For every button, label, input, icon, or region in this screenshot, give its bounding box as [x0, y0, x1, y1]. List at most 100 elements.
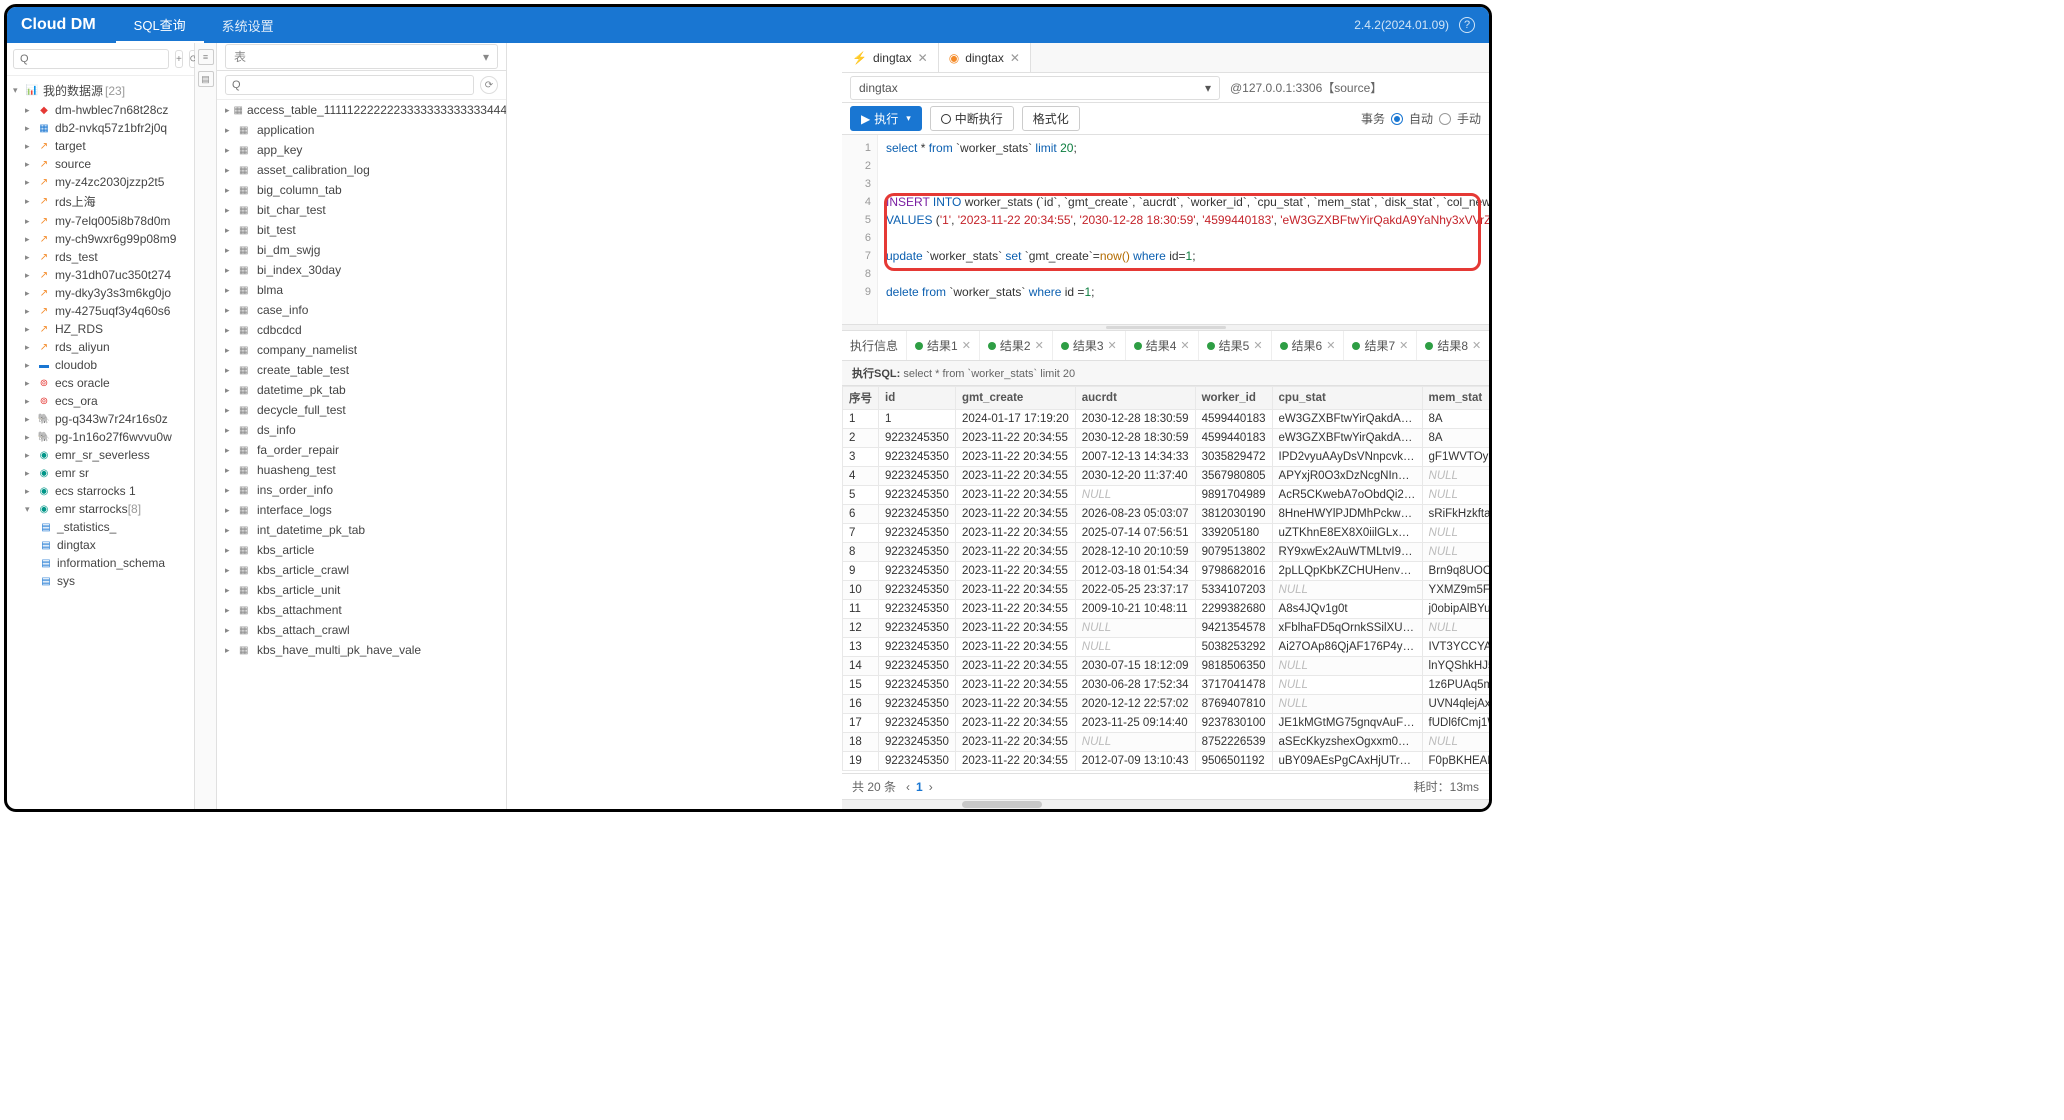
table-item[interactable]: ▸▦application — [217, 120, 506, 140]
table-item[interactable]: ▸▦bi_index_30day — [217, 260, 506, 280]
result-tab-info[interactable]: 执行信息 — [842, 331, 907, 360]
table-item[interactable]: ▸▦case_info — [217, 300, 506, 320]
table-row[interactable]: 1692232453502023-11-22 20:34:552020-12-1… — [843, 695, 1490, 714]
toggle-mid-icon[interactable]: ▤ — [198, 71, 214, 87]
refresh-tables-icon[interactable]: ⟳ — [480, 76, 498, 94]
close-icon[interactable]: ✕ — [1180, 339, 1189, 352]
result-tab[interactable]: 结果3✕ — [1053, 331, 1126, 360]
table-row[interactable]: 1792232453502023-11-22 20:34:552023-11-2… — [843, 714, 1490, 733]
table-item[interactable]: ▸▦interface_logs — [217, 500, 506, 520]
table-row[interactable]: 892232453502023-11-22 20:34:552028-12-10… — [843, 543, 1490, 562]
close-icon[interactable]: ✕ — [1108, 339, 1117, 352]
resize-handle[interactable] — [842, 325, 1489, 331]
scrollbar-horizontal[interactable] — [842, 799, 1489, 809]
column-header[interactable]: cpu_stat — [1272, 387, 1422, 410]
column-header[interactable]: worker_id — [1195, 387, 1272, 410]
table-row[interactable]: 112024-01-17 17:19:202030-12-28 18:30:59… — [843, 410, 1490, 429]
datasource-item[interactable]: ▸⊚ecs_ora — [7, 392, 194, 410]
result-tab[interactable]: 结果1✕ — [907, 331, 980, 360]
table-item[interactable]: ▸▦bi_dm_swjg — [217, 240, 506, 260]
datasource-item[interactable]: ▸▦db2-nvkq57z1bfr2j0q — [7, 119, 194, 137]
close-icon[interactable]: ✕ — [1399, 339, 1408, 352]
table-row[interactable]: 792232453502023-11-22 20:34:552025-07-14… — [843, 524, 1490, 543]
datasource-item[interactable]: ▸↗source — [7, 155, 194, 173]
table-row[interactable]: 1892232453502023-11-22 20:34:55NULL87522… — [843, 733, 1490, 752]
datasource-item[interactable]: ▸◉emr sr — [7, 464, 194, 482]
table-item[interactable]: ▸▦fa_order_repair — [217, 440, 506, 460]
column-header[interactable]: mem_stat — [1422, 387, 1489, 410]
datasource-item[interactable]: ▸▬cloudob — [7, 356, 194, 374]
toggle-left-icon[interactable]: ≡ — [198, 49, 214, 65]
schema-item[interactable]: ▤dingtax — [7, 536, 194, 554]
table-row[interactable]: 1492232453502023-11-22 20:34:552030-07-1… — [843, 657, 1490, 676]
table-row[interactable]: 292232453502023-11-22 20:34:552030-12-28… — [843, 429, 1490, 448]
table-item[interactable]: ▸▦kbs_attach_crawl — [217, 620, 506, 640]
table-row[interactable]: 392232453502023-11-22 20:34:552007-12-13… — [843, 448, 1490, 467]
datasource-item[interactable]: ▸↗target — [7, 137, 194, 155]
table-item[interactable]: ▸▦bit_char_test — [217, 200, 506, 220]
topnav-系统设置[interactable]: 系统设置 — [204, 7, 292, 43]
editor-tab[interactable]: ⚡dingtax✕ — [842, 43, 939, 72]
table-item[interactable]: ▸▦access_table_1111122222223333333333333… — [217, 100, 506, 120]
table-row[interactable]: 1392232453502023-11-22 20:34:55NULL50382… — [843, 638, 1490, 657]
table-item[interactable]: ▸▦ds_info — [217, 420, 506, 440]
datasource-item[interactable]: ▸🐘pg-1n16o27f6wvvu0w — [7, 428, 194, 446]
close-icon[interactable]: ✕ — [918, 51, 928, 65]
result-tab[interactable]: 结果5✕ — [1199, 331, 1272, 360]
table-item[interactable]: ▸▦kbs_article_crawl — [217, 560, 506, 580]
help-icon[interactable]: ? — [1459, 17, 1475, 33]
datasource-item[interactable]: ▸⊚ecs oracle — [7, 374, 194, 392]
datasource-item[interactable]: ▸↗my-dky3y3s3m6kg0jo — [7, 284, 194, 302]
datasource-item[interactable]: ▸🐘pg-q343w7r24r16s0z — [7, 410, 194, 428]
txn-manual-radio[interactable] — [1439, 113, 1451, 125]
close-icon[interactable]: ✕ — [962, 339, 971, 352]
close-icon[interactable]: ✕ — [1326, 339, 1335, 352]
format-button[interactable]: 格式化 — [1022, 106, 1080, 131]
table-item[interactable]: ▸▦int_datetime_pk_tab — [217, 520, 506, 540]
close-icon[interactable]: ✕ — [1472, 339, 1481, 352]
add-datasource-icon[interactable]: + — [175, 50, 183, 68]
table-item[interactable]: ▸▦big_column_tab — [217, 180, 506, 200]
run-button[interactable]: ▶ 执行 — [850, 106, 922, 131]
datasource-item[interactable]: ▸↗rds上海 — [7, 191, 194, 212]
column-header[interactable]: gmt_create — [955, 387, 1075, 410]
datasource-item[interactable]: ▸◉emr_sr_severless — [7, 446, 194, 464]
schema-item[interactable]: ▤_statistics_ — [7, 518, 194, 536]
datasource-search-input[interactable] — [13, 49, 169, 69]
schema-item[interactable]: ▤sys — [7, 572, 194, 590]
object-type-select[interactable]: 表▾ — [225, 44, 498, 69]
table-item[interactable]: ▸▦kbs_attachment — [217, 600, 506, 620]
table-item[interactable]: ▸▦asset_calibration_log — [217, 160, 506, 180]
datasource-item[interactable]: ▸↗my-ch9wxr6g99p08m9 — [7, 230, 194, 248]
table-row[interactable]: 1592232453502023-11-22 20:34:552030-06-2… — [843, 676, 1490, 695]
result-tab[interactable]: 结果2✕ — [980, 331, 1053, 360]
datasource-item[interactable]: ▸↗HZ_RDS — [7, 320, 194, 338]
datasource-root[interactable]: ▾📊我的数据源[23] — [7, 80, 194, 101]
txn-auto-radio[interactable] — [1391, 113, 1403, 125]
column-header[interactable]: id — [879, 387, 956, 410]
datasource-item[interactable]: ▸◆dm-hwblec7n68t28cz — [7, 101, 194, 119]
table-row[interactable]: 1192232453502023-11-22 20:34:552009-10-2… — [843, 600, 1490, 619]
table-item[interactable]: ▸▦ins_order_info — [217, 480, 506, 500]
datasource-item[interactable]: ▸↗my-4275uqf3y4q60s6 — [7, 302, 194, 320]
datasource-item[interactable]: ▾◉emr starrocks[8] — [7, 500, 194, 518]
datasource-item[interactable]: ▸↗my-z4zc2030jzzp2t5 — [7, 173, 194, 191]
column-header[interactable]: 序号 — [843, 387, 879, 410]
table-row[interactable]: 1292232453502023-11-22 20:34:55NULL94213… — [843, 619, 1490, 638]
table-item[interactable]: ▸▦decycle_full_test — [217, 400, 506, 420]
table-item[interactable]: ▸▦cdbcdcd — [217, 320, 506, 340]
table-item[interactable]: ▸▦kbs_have_multi_pk_have_vale — [217, 640, 506, 660]
table-item[interactable]: ▸▦datetime_pk_tab — [217, 380, 506, 400]
schema-item[interactable]: ▤information_schema — [7, 554, 194, 572]
database-select[interactable]: dingtax▾ — [850, 76, 1220, 100]
result-tab[interactable]: 结果4✕ — [1126, 331, 1199, 360]
close-icon[interactable]: ✕ — [1253, 339, 1262, 352]
table-row[interactable]: 592232453502023-11-22 20:34:55NULL989170… — [843, 486, 1490, 505]
table-filter-input[interactable] — [225, 75, 474, 95]
editor-tab[interactable]: ◉dingtax✕ — [939, 43, 1031, 72]
table-row[interactable]: 1092232453502023-11-22 20:34:552022-05-2… — [843, 581, 1490, 600]
datasource-item[interactable]: ▸↗my-7elq005i8b78d0m — [7, 212, 194, 230]
table-item[interactable]: ▸▦create_table_test — [217, 360, 506, 380]
table-item[interactable]: ▸▦kbs_article — [217, 540, 506, 560]
close-icon[interactable]: ✕ — [1035, 339, 1044, 352]
